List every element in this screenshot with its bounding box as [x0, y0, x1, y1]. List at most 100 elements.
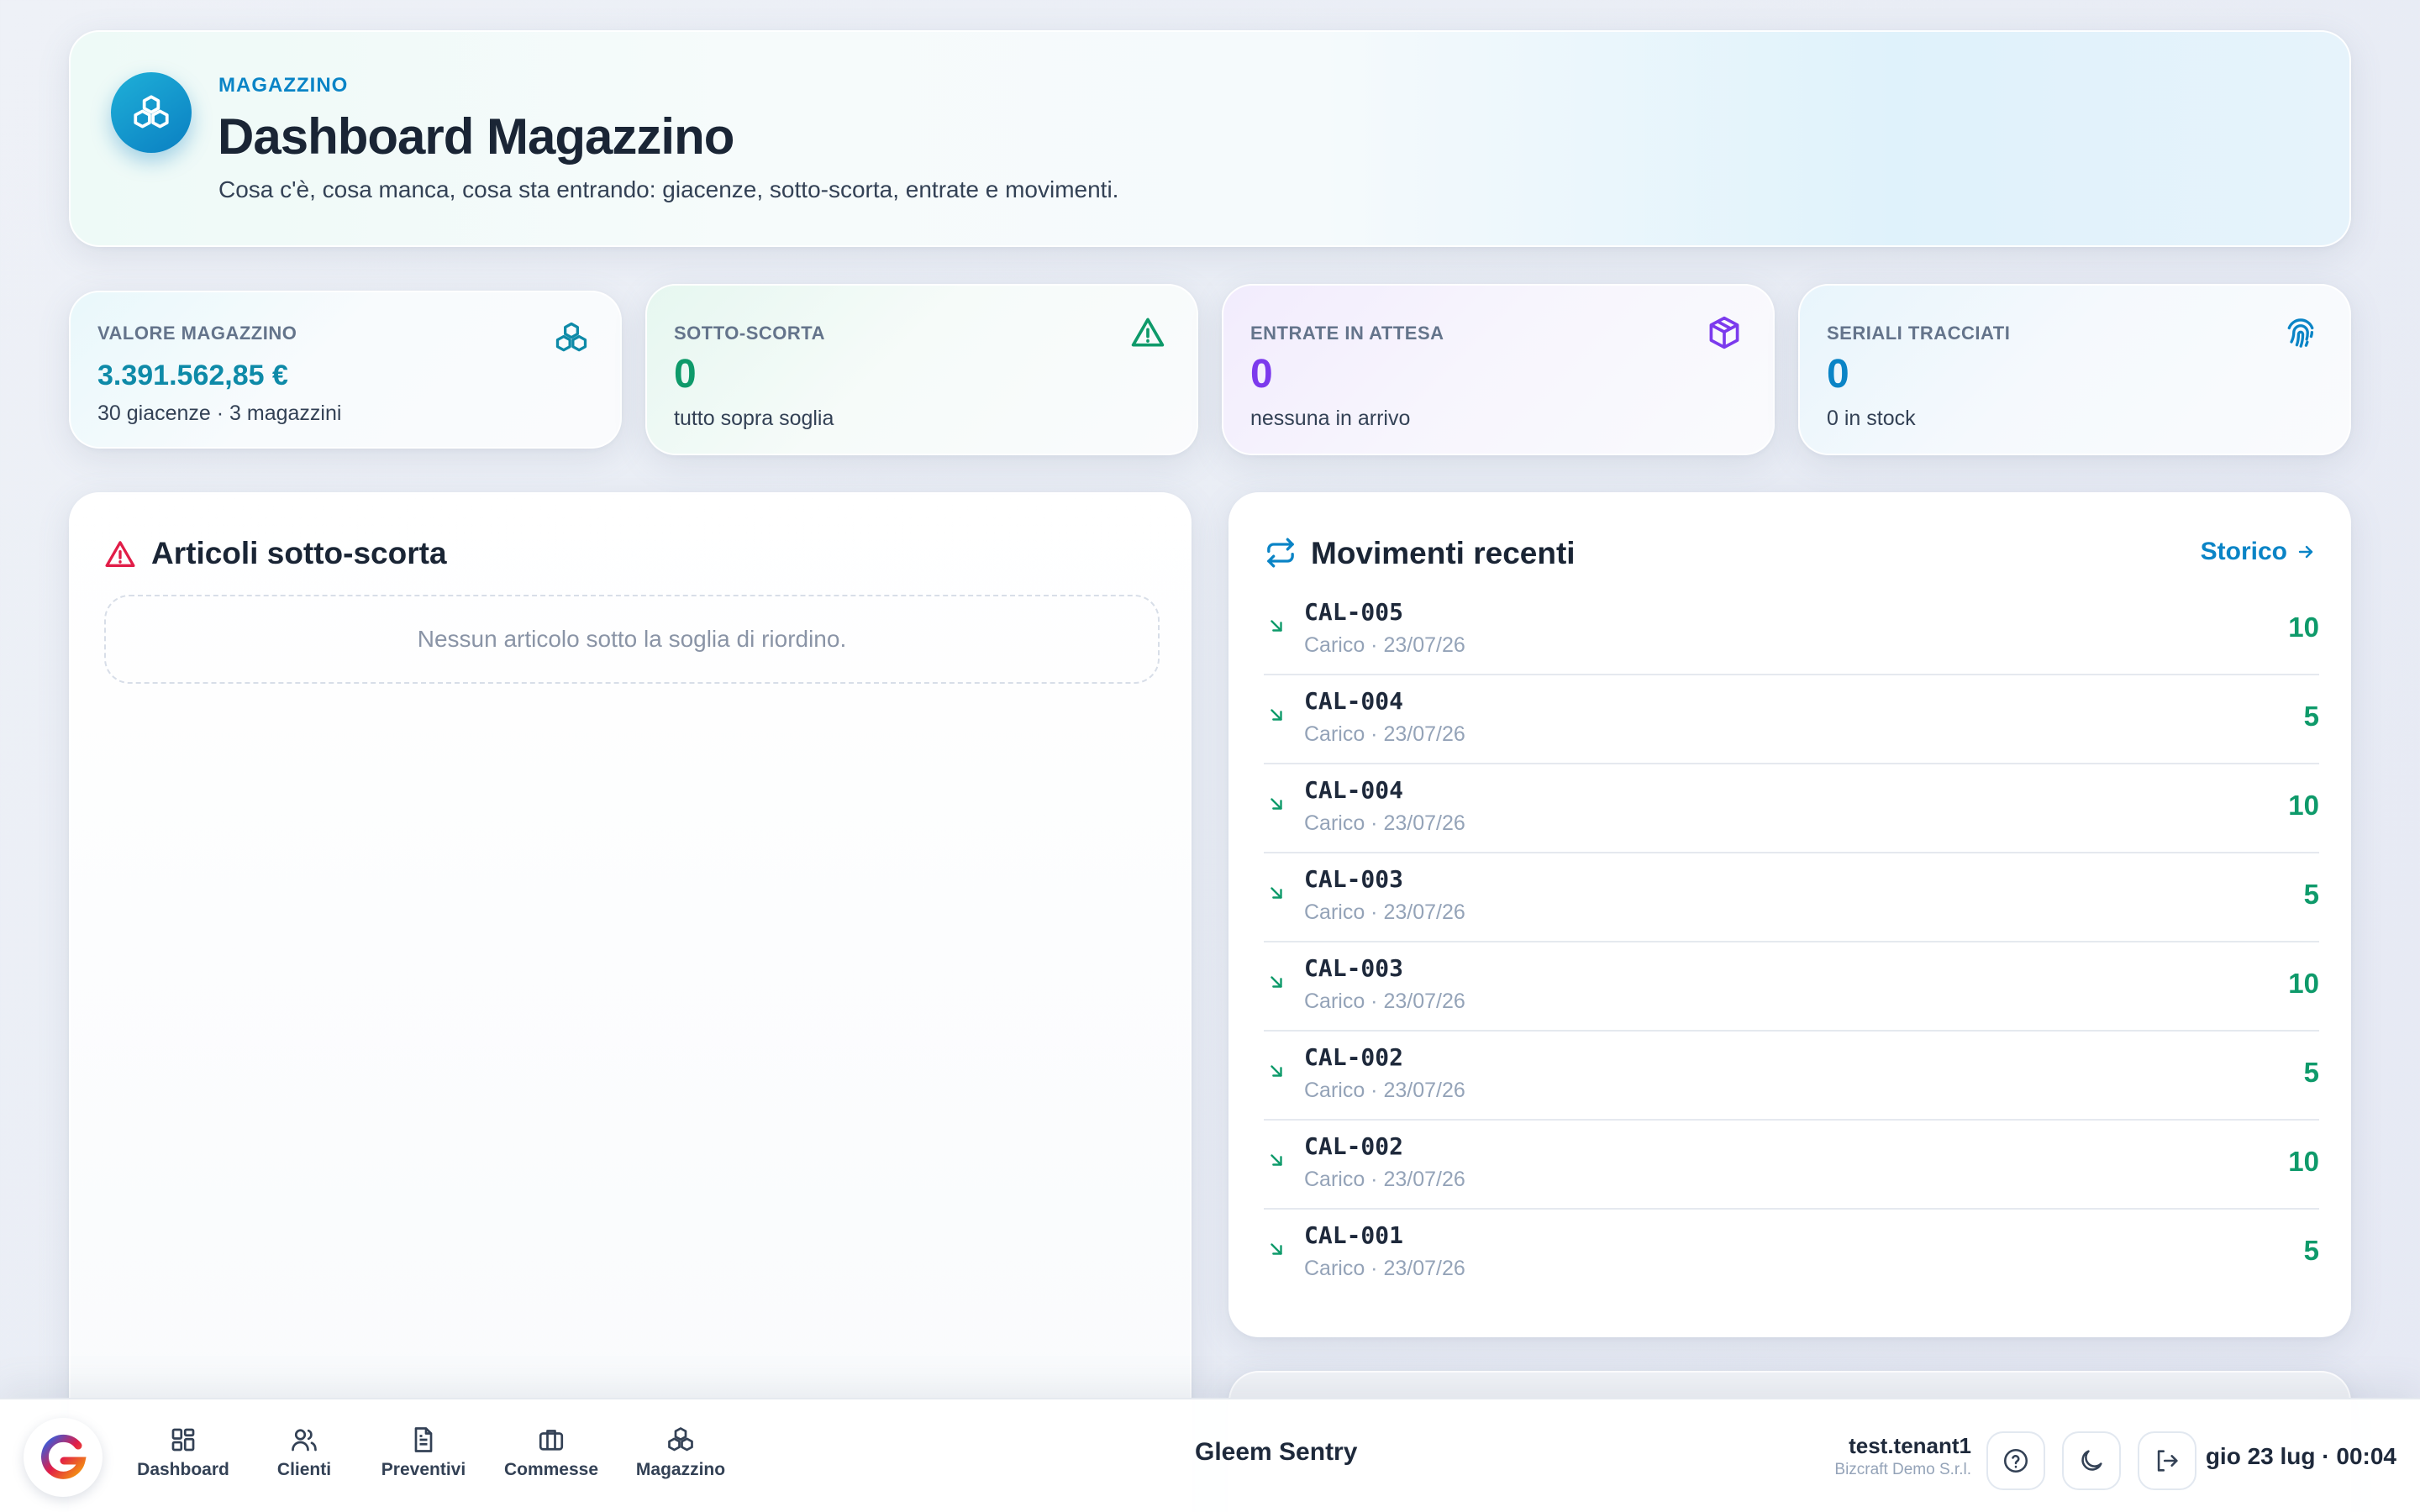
section-eyebrow: MAGAZZINO	[218, 74, 349, 97]
movements-list: CAL-005 Carico · 23/07/26 10 CAL-004 Carico …	[1264, 586, 2319, 1299]
app-logo-button[interactable]	[24, 1418, 103, 1497]
user-name: test.tenant1	[1849, 1433, 1971, 1458]
moon-icon	[2081, 1450, 2102, 1471]
movement-quantity: 5	[2303, 701, 2319, 732]
movement-quantity: 10	[2288, 1146, 2319, 1177]
kpi-label: VALORE MAGAZZINO	[97, 323, 297, 344]
storico-label: Storico	[2200, 538, 2287, 565]
repeat-arrows-icon	[1267, 538, 1294, 568]
movement-code: CAL-002	[1304, 1132, 1404, 1160]
movement-code: CAL-001	[1304, 1221, 1404, 1249]
movement-meta: Carico · 23/07/26	[1304, 722, 1465, 746]
movement-row[interactable]: CAL-003 Carico · 23/07/26 10	[1264, 942, 2319, 1032]
movement-row[interactable]: CAL-004 Carico · 23/07/26 5	[1264, 675, 2319, 764]
user-organization: Bizcraft Demo S.r.l.	[1834, 1461, 1971, 1478]
nav-label: Preventivi	[381, 1460, 466, 1479]
warning-triangle-icon	[1131, 318, 1165, 347]
help-circle-icon	[2003, 1448, 2028, 1473]
logout-button[interactable]	[2138, 1431, 2196, 1490]
page-header: MAGAZZINO Dashboard Magazzino Cosa c'è, …	[69, 30, 2351, 247]
user-info[interactable]: test.tenant1 Bizcraft Demo S.r.l.	[1834, 1433, 1971, 1479]
movement-code: CAL-005	[1304, 598, 1404, 626]
nav-dashboard[interactable]: Dashboard	[124, 1425, 242, 1480]
logout-icon	[2157, 1450, 2178, 1472]
bottom-navigation-bar: Dashboard Clienti Preventivi Commesse Ma…	[0, 1398, 2420, 1512]
arrow-right-icon	[2298, 545, 2313, 559]
movement-row[interactable]: CAL-002 Carico · 23/07/26 10	[1264, 1121, 2319, 1210]
movement-meta: Carico · 23/07/26	[1304, 633, 1465, 657]
boxes-icon	[111, 72, 192, 153]
movement-meta: Carico · 23/07/26	[1304, 990, 1465, 1013]
nav-magazzino[interactable]: Magazzino	[622, 1425, 739, 1480]
boxes-icon	[668, 1427, 693, 1452]
movement-row[interactable]: CAL-003 Carico · 23/07/26 5	[1264, 853, 2319, 942]
kpi-value: 0	[1827, 352, 1849, 396]
arrow-down-right-icon	[1270, 709, 1282, 721]
kpi-sotto-scorta[interactable]: SOTTO-SCORTA 0 tutto sopra soglia	[645, 284, 1198, 455]
page-title: Dashboard Magazzino	[218, 108, 734, 165]
nav-label: Magazzino	[635, 1460, 726, 1479]
movement-code: CAL-003	[1304, 865, 1404, 893]
kpi-sub: tutto sopra soglia	[674, 407, 834, 430]
warning-triangle-icon	[105, 541, 135, 567]
movement-quantity: 5	[2303, 1057, 2319, 1088]
movement-meta: Carico · 23/07/26	[1304, 900, 1465, 924]
movement-row[interactable]: CAL-002 Carico · 23/07/26 5	[1264, 1032, 2319, 1121]
fingerprint-icon	[2287, 318, 2314, 348]
recent-movements-panel: Movimenti recenti Storico CAL-005 Carico …	[1228, 492, 2351, 1337]
brand-name: Gleem Sentry	[1195, 1438, 1358, 1466]
movement-row[interactable]: CAL-004 Carico · 23/07/26 10	[1264, 764, 2319, 853]
movement-code: CAL-003	[1304, 954, 1404, 982]
kpi-sub: 0 in stock	[1827, 407, 1916, 430]
kpi-label: ENTRATE IN ATTESA	[1250, 323, 1444, 344]
nav-label: Commesse	[503, 1460, 599, 1479]
kpi-value: 0	[674, 352, 697, 396]
movement-quantity: 5	[2303, 1235, 2319, 1266]
empty-state: Nessun articolo sotto la soglia di riord…	[104, 595, 1160, 684]
movement-meta: Carico · 23/07/26	[1304, 1257, 1465, 1280]
movement-meta: Carico · 23/07/26	[1304, 1079, 1465, 1102]
dashboard-grid-icon	[171, 1428, 195, 1452]
page-subtitle: Cosa c'è, cosa manca, cosa sta entrando:…	[218, 176, 1119, 202]
movement-quantity: 10	[2288, 968, 2319, 999]
movement-code: CAL-002	[1304, 1043, 1404, 1071]
app-logo-icon	[41, 1434, 87, 1479]
kpi-seriali-tracciati[interactable]: SERIALI TRACCIATI 0 0 in stock	[1798, 284, 2351, 455]
panel-title: Movimenti recenti	[1311, 536, 1576, 570]
panel-title: Articoli sotto-scorta	[151, 536, 447, 570]
arrow-down-right-icon	[1270, 1243, 1282, 1255]
low-stock-panel: Articoli sotto-scorta Nessun articolo so…	[69, 492, 1192, 1512]
kpi-value: 0	[1250, 352, 1273, 396]
arrow-down-right-icon	[1270, 798, 1282, 810]
movement-row[interactable]: CAL-005 Carico · 23/07/26 10	[1264, 586, 2319, 675]
kpi-entrate-in-attesa[interactable]: ENTRATE IN ATTESA 0 nessuna in arrivo	[1222, 284, 1775, 455]
clock: gio 23 lug · 00:04	[2205, 1443, 2396, 1469]
users-icon	[292, 1429, 317, 1452]
movement-code: CAL-004	[1304, 687, 1404, 715]
movement-meta: Carico · 23/07/26	[1304, 1168, 1465, 1191]
nav-commesse[interactable]: Commesse	[492, 1425, 610, 1480]
movement-code: CAL-004	[1304, 776, 1404, 804]
movement-quantity: 10	[2288, 790, 2319, 821]
help-button[interactable]	[1986, 1431, 2045, 1490]
kpi-valore-magazzino[interactable]: VALORE MAGAZZINO 3.391.562,85 € 30 giace…	[69, 291, 622, 449]
nav-label: Clienti	[276, 1460, 332, 1479]
briefcase-icon	[539, 1430, 564, 1451]
storico-link[interactable]: Storico	[2201, 538, 2316, 566]
nav-label: Dashboard	[137, 1460, 229, 1479]
nav-preventivi[interactable]: Preventivi	[365, 1425, 482, 1480]
kpi-value: 3.391.562,85 €	[97, 360, 288, 391]
boxes-icon	[555, 322, 587, 352]
movement-quantity: 5	[2303, 879, 2319, 910]
kpi-sub: nessuna in arrivo	[1250, 407, 1411, 430]
kpi-label: SOTTO-SCORTA	[674, 323, 825, 344]
movement-row[interactable]: CAL-001 Carico · 23/07/26 5	[1264, 1210, 2319, 1299]
arrow-down-right-icon	[1270, 1065, 1282, 1077]
theme-toggle-button[interactable]	[2062, 1431, 2121, 1490]
nav-clienti[interactable]: Clienti	[245, 1425, 363, 1480]
movement-quantity: 10	[2288, 612, 2319, 643]
package-icon	[1709, 316, 1739, 349]
kpi-label: SERIALI TRACCIATI	[1827, 323, 2011, 344]
arrow-down-right-icon	[1270, 620, 1282, 632]
arrow-down-right-icon	[1270, 1154, 1282, 1166]
